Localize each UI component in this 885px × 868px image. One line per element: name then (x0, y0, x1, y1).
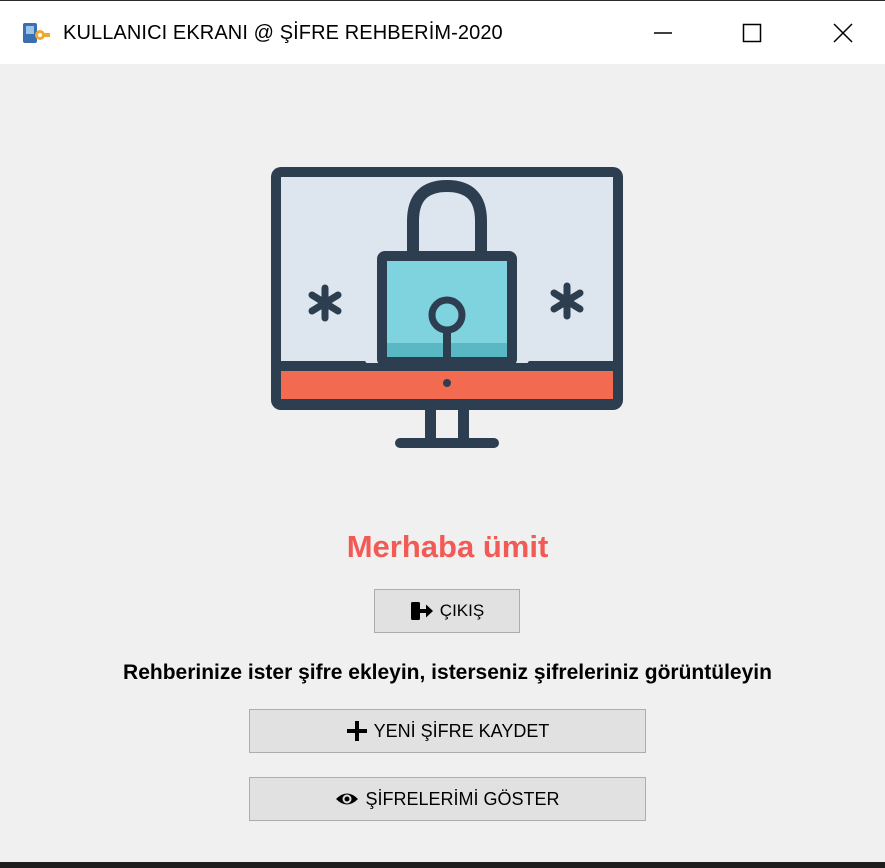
close-icon (833, 22, 853, 43)
app-window: KULLANICI EKRANI @ ŞİFRE REHBERİM-2020 M… (0, 0, 885, 863)
close-button[interactable] (797, 1, 885, 64)
exit-button-label: ÇIKIŞ (439, 601, 485, 620)
window-title: KULLANICI EKRANI @ ŞİFRE REHBERİM-2020 (63, 22, 503, 44)
minimize-button[interactable] (617, 1, 709, 64)
client-area: Merhaba ümit ÇIKIŞ Rehberinize ister şif… (0, 64, 885, 863)
info-text: Rehberinize ister şifre ekleyin, isterse… (123, 661, 772, 684)
app-key-icon (23, 23, 50, 43)
show-passwords-button-label: ŞİFRELERİMİ GÖSTER (365, 788, 560, 809)
maximize-icon (742, 23, 762, 42)
maximize-button[interactable] (706, 1, 798, 64)
taskbar-edge (0, 862, 885, 868)
new-password-button-label: YENİ ŞİFRE KAYDET (373, 720, 550, 741)
minimize-icon (654, 31, 672, 34)
show-passwords-button[interactable]: ŞİFRELERİMİ GÖSTER (249, 777, 646, 821)
title-bar[interactable]: KULLANICI EKRANI @ ŞİFRE REHBERİM-2020 (0, 1, 885, 64)
monitor-padlock-icon (271, 167, 623, 448)
exit-button[interactable]: ÇIKIŞ (374, 589, 520, 633)
new-password-button[interactable]: YENİ ŞİFRE KAYDET (249, 709, 646, 753)
plus-icon (346, 720, 368, 742)
sign-out-icon (410, 601, 434, 621)
greeting-label: Merhaba ümit (346, 529, 549, 564)
eye-icon (335, 791, 359, 807)
